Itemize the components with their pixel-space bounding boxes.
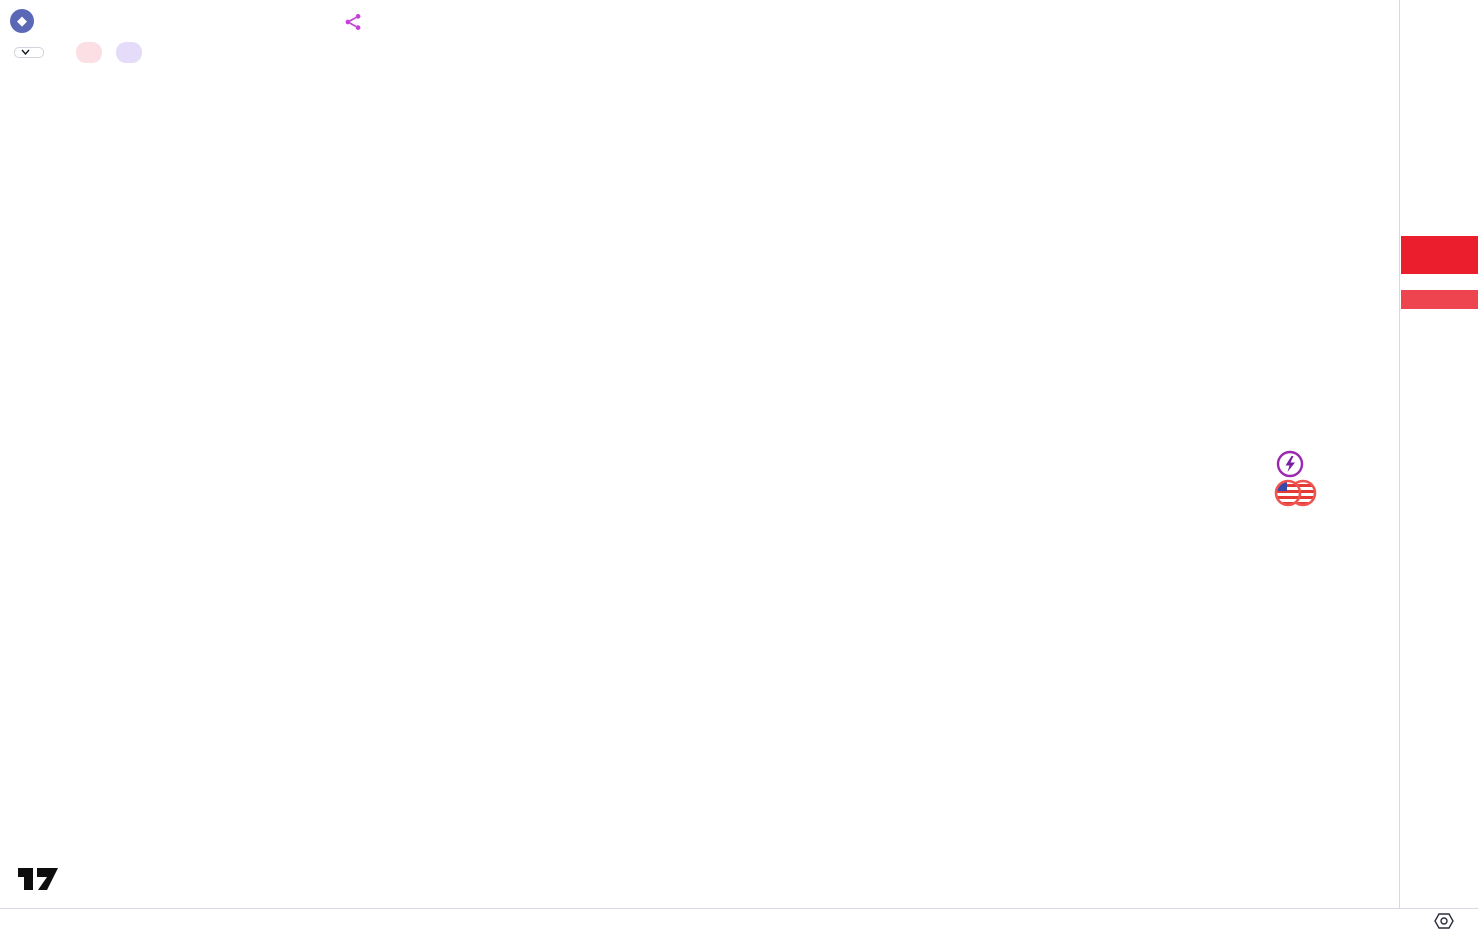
interval-dropdown[interactable] — [14, 47, 44, 58]
refresh-button[interactable] — [116, 42, 142, 63]
alert-badge[interactable] — [76, 42, 102, 63]
ohlc-readout — [370, 13, 412, 30]
price-axis[interactable] — [1399, 0, 1478, 908]
usa-flags-icon[interactable] — [1272, 478, 1318, 508]
time-axis[interactable] — [0, 908, 1478, 932]
lightning-badge-icon[interactable] — [1276, 450, 1304, 478]
share-icon[interactable] — [344, 13, 362, 31]
session-hexagon-icon[interactable] — [1433, 912, 1455, 930]
last-price-tag — [1401, 236, 1478, 274]
chevron-down-icon — [21, 49, 30, 55]
chart-canvas[interactable] — [0, 0, 1478, 932]
tradingview-logo[interactable] — [14, 860, 64, 896]
alert-level-tag — [1401, 290, 1478, 309]
tradingview-chart-window: ◆ — [0, 0, 1478, 932]
ethereum-icon: ◆ — [10, 9, 34, 33]
